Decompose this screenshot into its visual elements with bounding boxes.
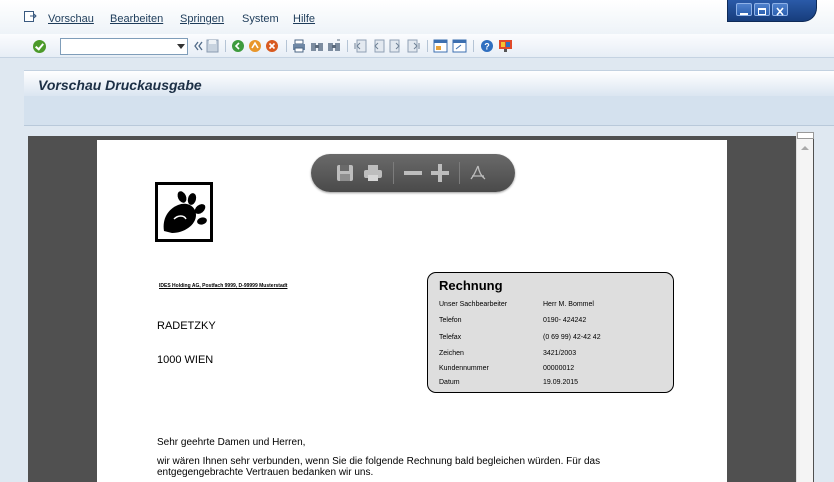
cancel-icon[interactable]	[265, 39, 279, 53]
pdf-print-icon[interactable]	[363, 164, 383, 182]
exit-icon[interactable]	[248, 39, 262, 53]
vertical-scrollbar[interactable]	[796, 132, 814, 482]
svg-text:?: ?	[484, 42, 490, 52]
minimize-icon	[740, 13, 748, 15]
customize-icon[interactable]	[498, 39, 513, 53]
invoice-info-box: Rechnung Unser Sachbearbeiter Herr M. Bo…	[427, 272, 674, 393]
recipient-name: RADETZKY	[157, 320, 216, 332]
application-toolbar	[24, 96, 834, 126]
window-controls	[727, 0, 817, 22]
back-icon[interactable]	[231, 39, 245, 53]
standard-toolbar: ?	[0, 34, 834, 58]
scroll-up-icon[interactable]	[801, 146, 809, 150]
new-session-icon[interactable]	[433, 39, 448, 53]
menu-springen[interactable]: Springen	[180, 13, 224, 25]
find-icon[interactable]	[310, 39, 324, 53]
menu-icon[interactable]	[24, 11, 37, 22]
save-icon[interactable]	[206, 39, 219, 53]
sender-line: IDES Holding AG, Postfach 9999, D-99999 …	[159, 283, 288, 289]
logo-icon	[163, 191, 207, 233]
body-line-2: entgegengebrachte Vertrauen bedanken wir…	[157, 467, 374, 478]
print-icon[interactable]	[292, 39, 306, 53]
pdf-save-icon[interactable]	[336, 164, 354, 182]
ok-icon[interactable]	[33, 40, 46, 53]
shortcut-icon[interactable]	[452, 39, 467, 53]
sap-window: Vorschau Bearbeiten Springen System Hilf…	[0, 0, 834, 482]
previous-page-icon[interactable]	[371, 39, 385, 53]
acrobat-icon[interactable]	[469, 164, 487, 182]
invoice-title: Rechnung	[439, 278, 503, 293]
find-next-icon[interactable]	[327, 39, 341, 53]
zoom-in-icon[interactable]	[431, 164, 449, 182]
chevron-down-icon[interactable]	[177, 44, 185, 49]
company-logo	[155, 182, 213, 242]
menu-bearbeiten[interactable]: Bearbeiten	[110, 13, 163, 25]
body-line-1: wir wären Ihnen sehr verbunden, wenn Sie…	[157, 456, 601, 467]
minimize-button[interactable]	[736, 3, 752, 16]
zoom-out-icon[interactable]	[403, 164, 423, 182]
collapse-icon[interactable]	[193, 39, 203, 53]
first-page-icon[interactable]	[353, 39, 367, 53]
next-page-icon[interactable]	[389, 39, 403, 53]
maximize-button[interactable]	[754, 3, 770, 16]
menu-system[interactable]: System	[242, 13, 279, 25]
screen-title-bar: Vorschau Druckausgabe	[24, 70, 834, 96]
page-title: Vorschau Druckausgabe	[38, 77, 202, 93]
close-button[interactable]	[772, 3, 788, 16]
menu-vorschau[interactable]: Vorschau	[48, 13, 94, 25]
salutation: Sehr geehrte Damen und Herren,	[157, 437, 306, 448]
menu-bar: Vorschau Bearbeiten Springen System Hilf…	[0, 0, 834, 34]
pdf-toolbar	[311, 154, 515, 192]
scrollbar-cap	[797, 132, 814, 139]
maximize-icon	[758, 8, 766, 15]
menu-hilfe[interactable]: Hilfe	[293, 13, 315, 25]
help-icon[interactable]: ?	[480, 39, 494, 53]
last-page-icon[interactable]	[407, 39, 421, 53]
command-field[interactable]	[60, 38, 188, 55]
close-icon	[776, 7, 784, 16]
recipient-city: 1000 WIEN	[157, 354, 214, 366]
